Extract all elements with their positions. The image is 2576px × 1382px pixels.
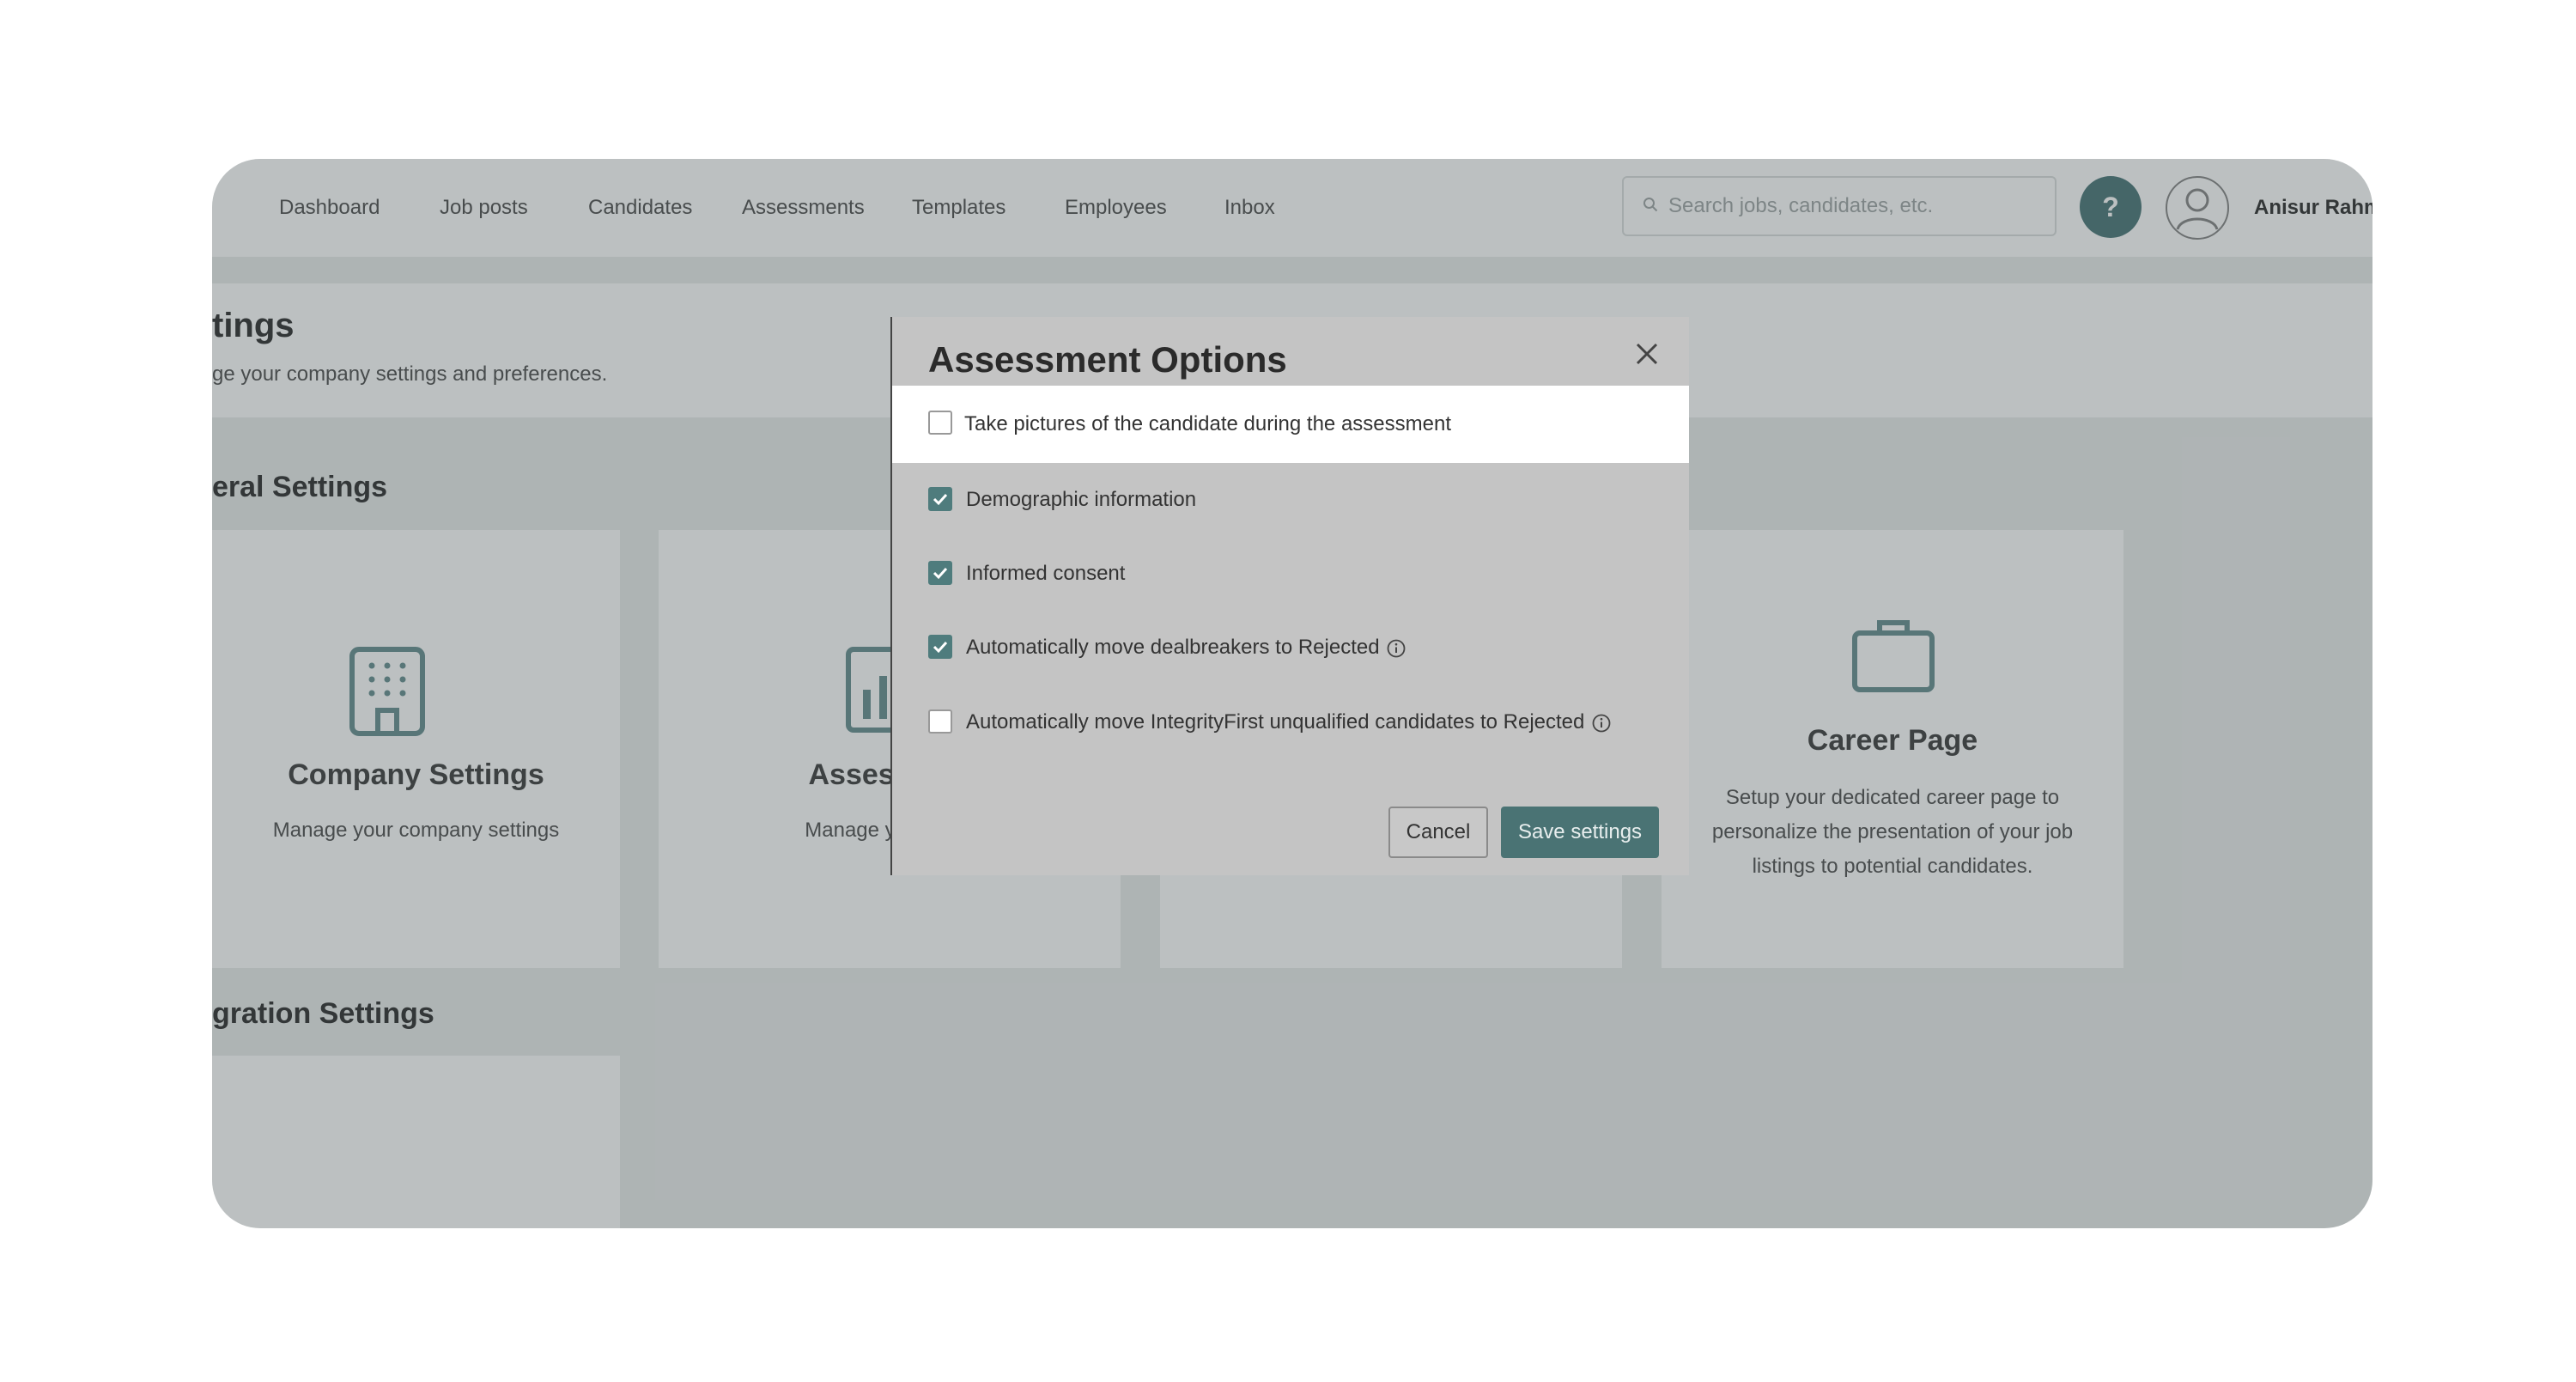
option-informed-consent[interactable]: Informed consent xyxy=(892,537,1689,614)
checkbox-checked[interactable] xyxy=(928,487,952,511)
checkbox[interactable] xyxy=(928,411,952,435)
option-demographic-information[interactable]: Demographic information xyxy=(892,463,1689,540)
checkbox-checked[interactable] xyxy=(928,561,952,585)
option-label: Take pictures of the candidate during th… xyxy=(964,412,1451,435)
app-window: Dashboard Job posts Candidates Assessmen… xyxy=(212,159,2372,1228)
check-icon xyxy=(933,567,948,580)
option-label: Informed consent xyxy=(966,562,1126,585)
cancel-button[interactable]: Cancel xyxy=(1388,807,1488,858)
modal-title: Assessment Options xyxy=(928,339,1287,380)
option-integrityfirst[interactable]: Automatically move IntegrityFirst unqual… xyxy=(892,685,1689,763)
option-label: Automatically move dealbreakers to Rejec… xyxy=(966,636,1380,659)
option-label: Demographic information xyxy=(966,488,1197,511)
check-icon xyxy=(933,641,948,654)
option-take-pictures[interactable]: Take pictures of the candidate during th… xyxy=(892,386,1689,463)
check-icon xyxy=(933,493,948,506)
info-icon[interactable] xyxy=(1387,639,1406,658)
checkbox-checked[interactable] xyxy=(928,635,952,659)
option-label: Automatically move IntegrityFirst unqual… xyxy=(966,710,1585,734)
close-icon[interactable] xyxy=(1632,339,1662,368)
checkbox[interactable] xyxy=(928,709,952,734)
option-dealbreakers[interactable]: Automatically move dealbreakers to Rejec… xyxy=(892,611,1689,688)
info-icon[interactable] xyxy=(1592,714,1611,733)
save-settings-button[interactable]: Save settings xyxy=(1501,807,1659,858)
option-label-wrap: Automatically move dealbreakers to Rejec… xyxy=(966,611,1406,685)
assessment-options-modal: Assessment Options Take pictures of the … xyxy=(892,317,1689,875)
option-label-wrap: Automatically move IntegrityFirst unqual… xyxy=(966,685,1611,759)
